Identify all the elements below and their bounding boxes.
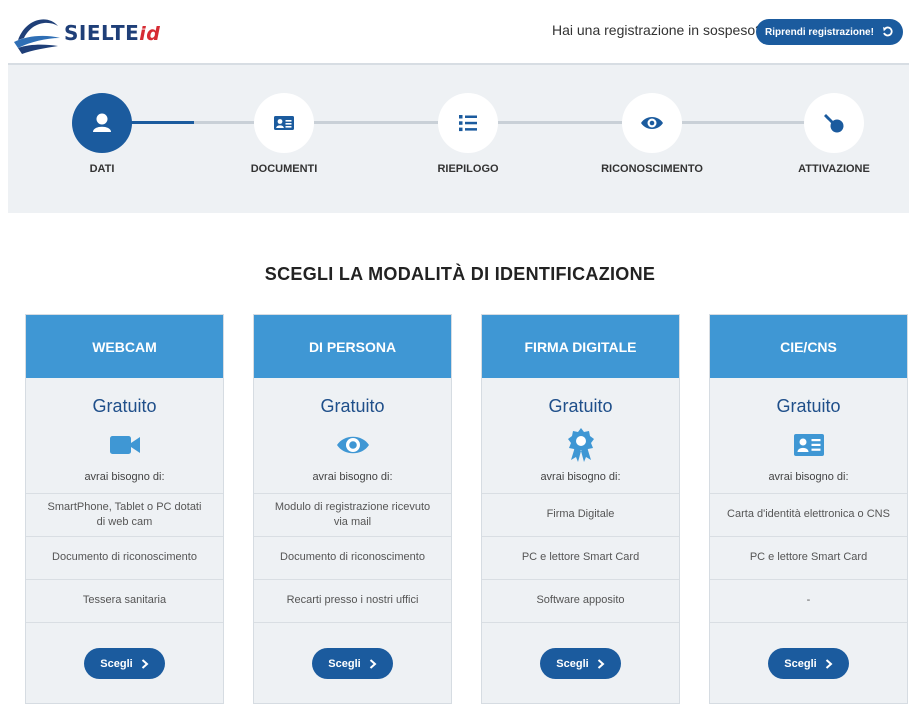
card-footer: Scegli (254, 622, 451, 692)
chevron-right-icon (369, 658, 377, 669)
id-card-icon (274, 116, 294, 130)
resume-registration-label: Riprendi registrazione! (765, 26, 874, 38)
card-price: Gratuito (320, 396, 385, 416)
card-firma-digitale: FIRMA DIGITALE Gratuito avrai bisogno di… (481, 314, 680, 704)
card-cie-cns: CIE/CNS Gratuito avrai bisogno di: Carta… (709, 314, 908, 704)
chevron-right-icon (141, 658, 149, 669)
step-connector-1 (194, 121, 254, 124)
card-need-label: avrai bisogno di: (84, 471, 165, 483)
choose-webcam-button[interactable]: Scegli (84, 648, 165, 679)
user-icon (93, 113, 111, 132)
card-price: Gratuito (776, 396, 841, 416)
card-footer: Scegli (710, 622, 907, 692)
requirement-item: Carta d'identità elettronica o CNS (710, 493, 907, 536)
choose-di-persona-button[interactable]: Scegli (312, 648, 393, 679)
card-heading: WEBCAM (26, 315, 223, 378)
step-label-documenti: DOCUMENTI (250, 163, 318, 175)
step-label-attivazione: ATTIVAZIONE (798, 163, 870, 175)
card-footer: Scegli (482, 622, 679, 692)
card-heading: DI PERSONA (254, 315, 451, 378)
card-heading: CIE/CNS (710, 315, 907, 378)
choose-firma-digitale-button[interactable]: Scegli (540, 648, 621, 679)
requirement-item: PC e lettore Smart Card (710, 536, 907, 579)
step-connector-1-active (126, 121, 194, 124)
chevron-right-icon (825, 658, 833, 669)
choose-button-label: Scegli (556, 657, 589, 670)
step-connector-2 (314, 121, 438, 124)
card-heading: FIRMA DIGITALE (482, 315, 679, 378)
page-title: SCEGLI LA MODALITÀ DI IDENTIFICAZIONE (264, 264, 656, 284)
id-card-icon (793, 434, 824, 456)
chevron-right-icon (597, 658, 605, 669)
resume-registration-button[interactable]: Riprendi registrazione! (756, 19, 903, 45)
step-attivazione[interactable] (804, 93, 864, 153)
card-di-persona: DI PERSONA Gratuito avrai bisogno di: Mo… (253, 314, 452, 704)
eye-icon (336, 436, 369, 454)
requirement-item: Documento di riconoscimento (254, 536, 451, 579)
card-price: Gratuito (92, 396, 157, 416)
header: SIELTEid Hai una registrazione in sospes… (0, 0, 909, 64)
step-connector-3 (498, 121, 622, 124)
choose-button-label: Scegli (100, 657, 133, 670)
eye-icon (641, 117, 663, 129)
logo[interactable]: SIELTEid (12, 12, 160, 54)
card-icon-wrap (26, 423, 223, 467)
undo-icon (882, 26, 893, 37)
logo-text: SIELTEid (64, 21, 161, 45)
card-need-label: avrai bisogno di: (768, 471, 849, 483)
pending-registration-text: Hai una registrazione in sospeso? (552, 22, 763, 38)
registration-stepper: DATI DOCUMENTI RIEPILOGO RICONOSCIMENTO … (8, 65, 909, 213)
requirement-item: Firma Digitale (482, 493, 679, 536)
choose-button-label: Scegli (328, 657, 361, 670)
requirement-item: Tessera sanitaria (26, 579, 223, 622)
list-icon (459, 115, 477, 132)
requirement-item: Software apposito (482, 579, 679, 622)
video-camera-icon (109, 436, 140, 454)
choose-button-label: Scegli (784, 657, 817, 670)
requirement-item: Recarti presso i nostri uffici (254, 579, 451, 622)
step-connector-4 (682, 121, 806, 124)
requirement-item: Documento di riconoscimento (26, 536, 223, 579)
card-icon-wrap (482, 423, 679, 467)
step-riconoscimento[interactable] (622, 93, 682, 153)
certificate-icon (567, 428, 594, 462)
card-need-label: avrai bisogno di: (540, 471, 621, 483)
logo-swoosh-icon (14, 19, 60, 54)
requirement-item: PC e lettore Smart Card (482, 536, 679, 579)
card-webcam: WEBCAM Gratuito avrai bisogno di: SmartP… (25, 314, 224, 704)
card-need-label: avrai bisogno di: (312, 471, 393, 483)
step-documenti[interactable] (254, 93, 314, 153)
requirement-item: SmartPhone, Tablet o PC dotati di web ca… (26, 493, 223, 536)
card-price: Gratuito (548, 396, 613, 416)
card-icon-wrap (254, 423, 451, 467)
step-label-dati: DATI (89, 163, 115, 175)
requirement-item: Modulo di registrazione ricevuto via mai… (254, 493, 451, 536)
choose-cie-cns-button[interactable]: Scegli (768, 648, 849, 679)
step-dati[interactable] (72, 93, 132, 153)
step-riepilogo[interactable] (438, 93, 498, 153)
requirement-item: - (710, 579, 907, 622)
step-label-riconoscimento: RICONOSCIMENTO (601, 163, 703, 175)
card-icon-wrap (710, 423, 907, 467)
card-footer: Scegli (26, 622, 223, 692)
key-icon (824, 114, 844, 133)
step-label-riepilogo: RIEPILOGO (437, 163, 499, 175)
